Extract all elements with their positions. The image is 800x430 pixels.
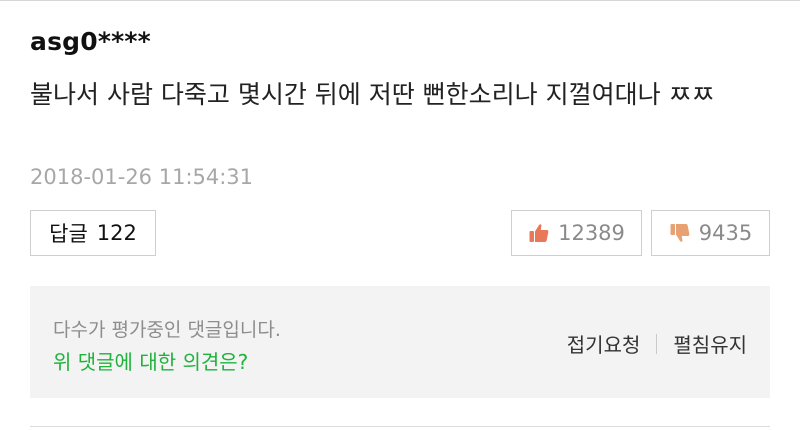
reply-label: 답글 (49, 222, 88, 246)
fold-request-button[interactable]: 접기요청 (567, 329, 641, 358)
thumbs-down-icon (670, 224, 690, 242)
keep-open-button[interactable]: 펼침유지 (673, 329, 747, 358)
comment-body: 불나서 사람 다죽고 몇시간 뒤에 저딴 뻔한소리나 지껄여대나 ㅉㅉ (30, 80, 715, 109)
dislike-button[interactable]: 9435 (651, 210, 770, 256)
bottom-divider (30, 426, 770, 427)
evaluation-question-link[interactable]: 위 댓글에 대한 의견은? (53, 346, 248, 375)
action-separator (656, 333, 658, 354)
evaluation-actions: 접기요청 펼침유지 (567, 329, 747, 358)
like-count: 12389 (558, 221, 625, 245)
reply-button[interactable]: 답글 122 (30, 210, 156, 256)
dislike-count: 9435 (698, 221, 753, 245)
evaluation-notice: 다수가 평가중인 댓글입니다. (53, 319, 281, 341)
reply-count: 122 (96, 221, 137, 245)
thumbs-up-icon (529, 224, 549, 242)
evaluation-panel: 다수가 평가중인 댓글입니다. 위 댓글에 대한 의견은? 접기요청 펼침유지 (30, 286, 770, 398)
comment-timestamp: 2018-01-26 11:54:31 (30, 165, 254, 189)
like-button[interactable]: 12389 (511, 210, 642, 256)
top-divider (0, 0, 800, 1)
comment-username: asg0**** (30, 27, 151, 56)
